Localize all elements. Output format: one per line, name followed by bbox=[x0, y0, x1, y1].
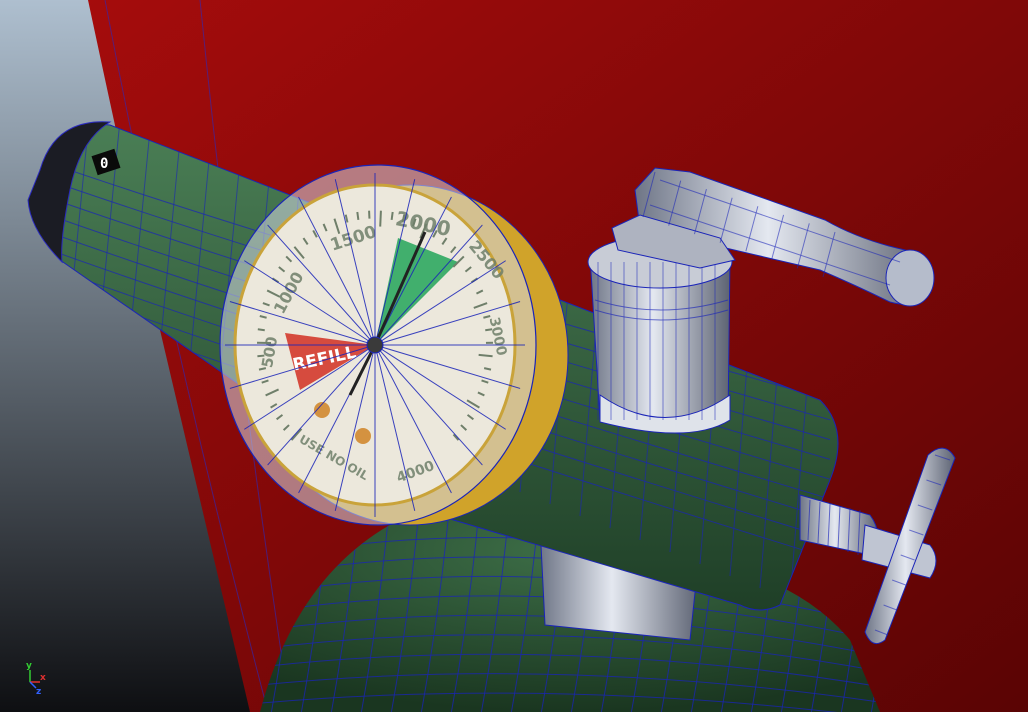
axis-x-label: x bbox=[40, 673, 46, 683]
end-cap-mark-text: 0 bbox=[100, 156, 108, 172]
gauge-tick bbox=[485, 328, 493, 332]
scene-render[interactable]: 0 REFILL 2000 1500 1000 500 2500 3000 40… bbox=[0, 0, 1028, 712]
gauge-tick bbox=[257, 354, 265, 358]
gauge-tick bbox=[483, 367, 492, 371]
3d-viewport[interactable]: 0 REFILL 2000 1500 1000 500 2500 3000 40… bbox=[0, 0, 1028, 712]
axis-z-label: z bbox=[36, 687, 41, 697]
gauge-marker-dot bbox=[355, 428, 371, 444]
gauge-tick bbox=[390, 211, 394, 221]
gauge-hub bbox=[366, 336, 384, 354]
gauge-tick bbox=[379, 210, 382, 227]
gauge-tick bbox=[356, 211, 360, 221]
gauge-tick bbox=[257, 328, 265, 332]
gauge-tick bbox=[258, 367, 267, 371]
axis-y-label: y bbox=[26, 661, 32, 671]
gauge-tick bbox=[478, 353, 493, 358]
